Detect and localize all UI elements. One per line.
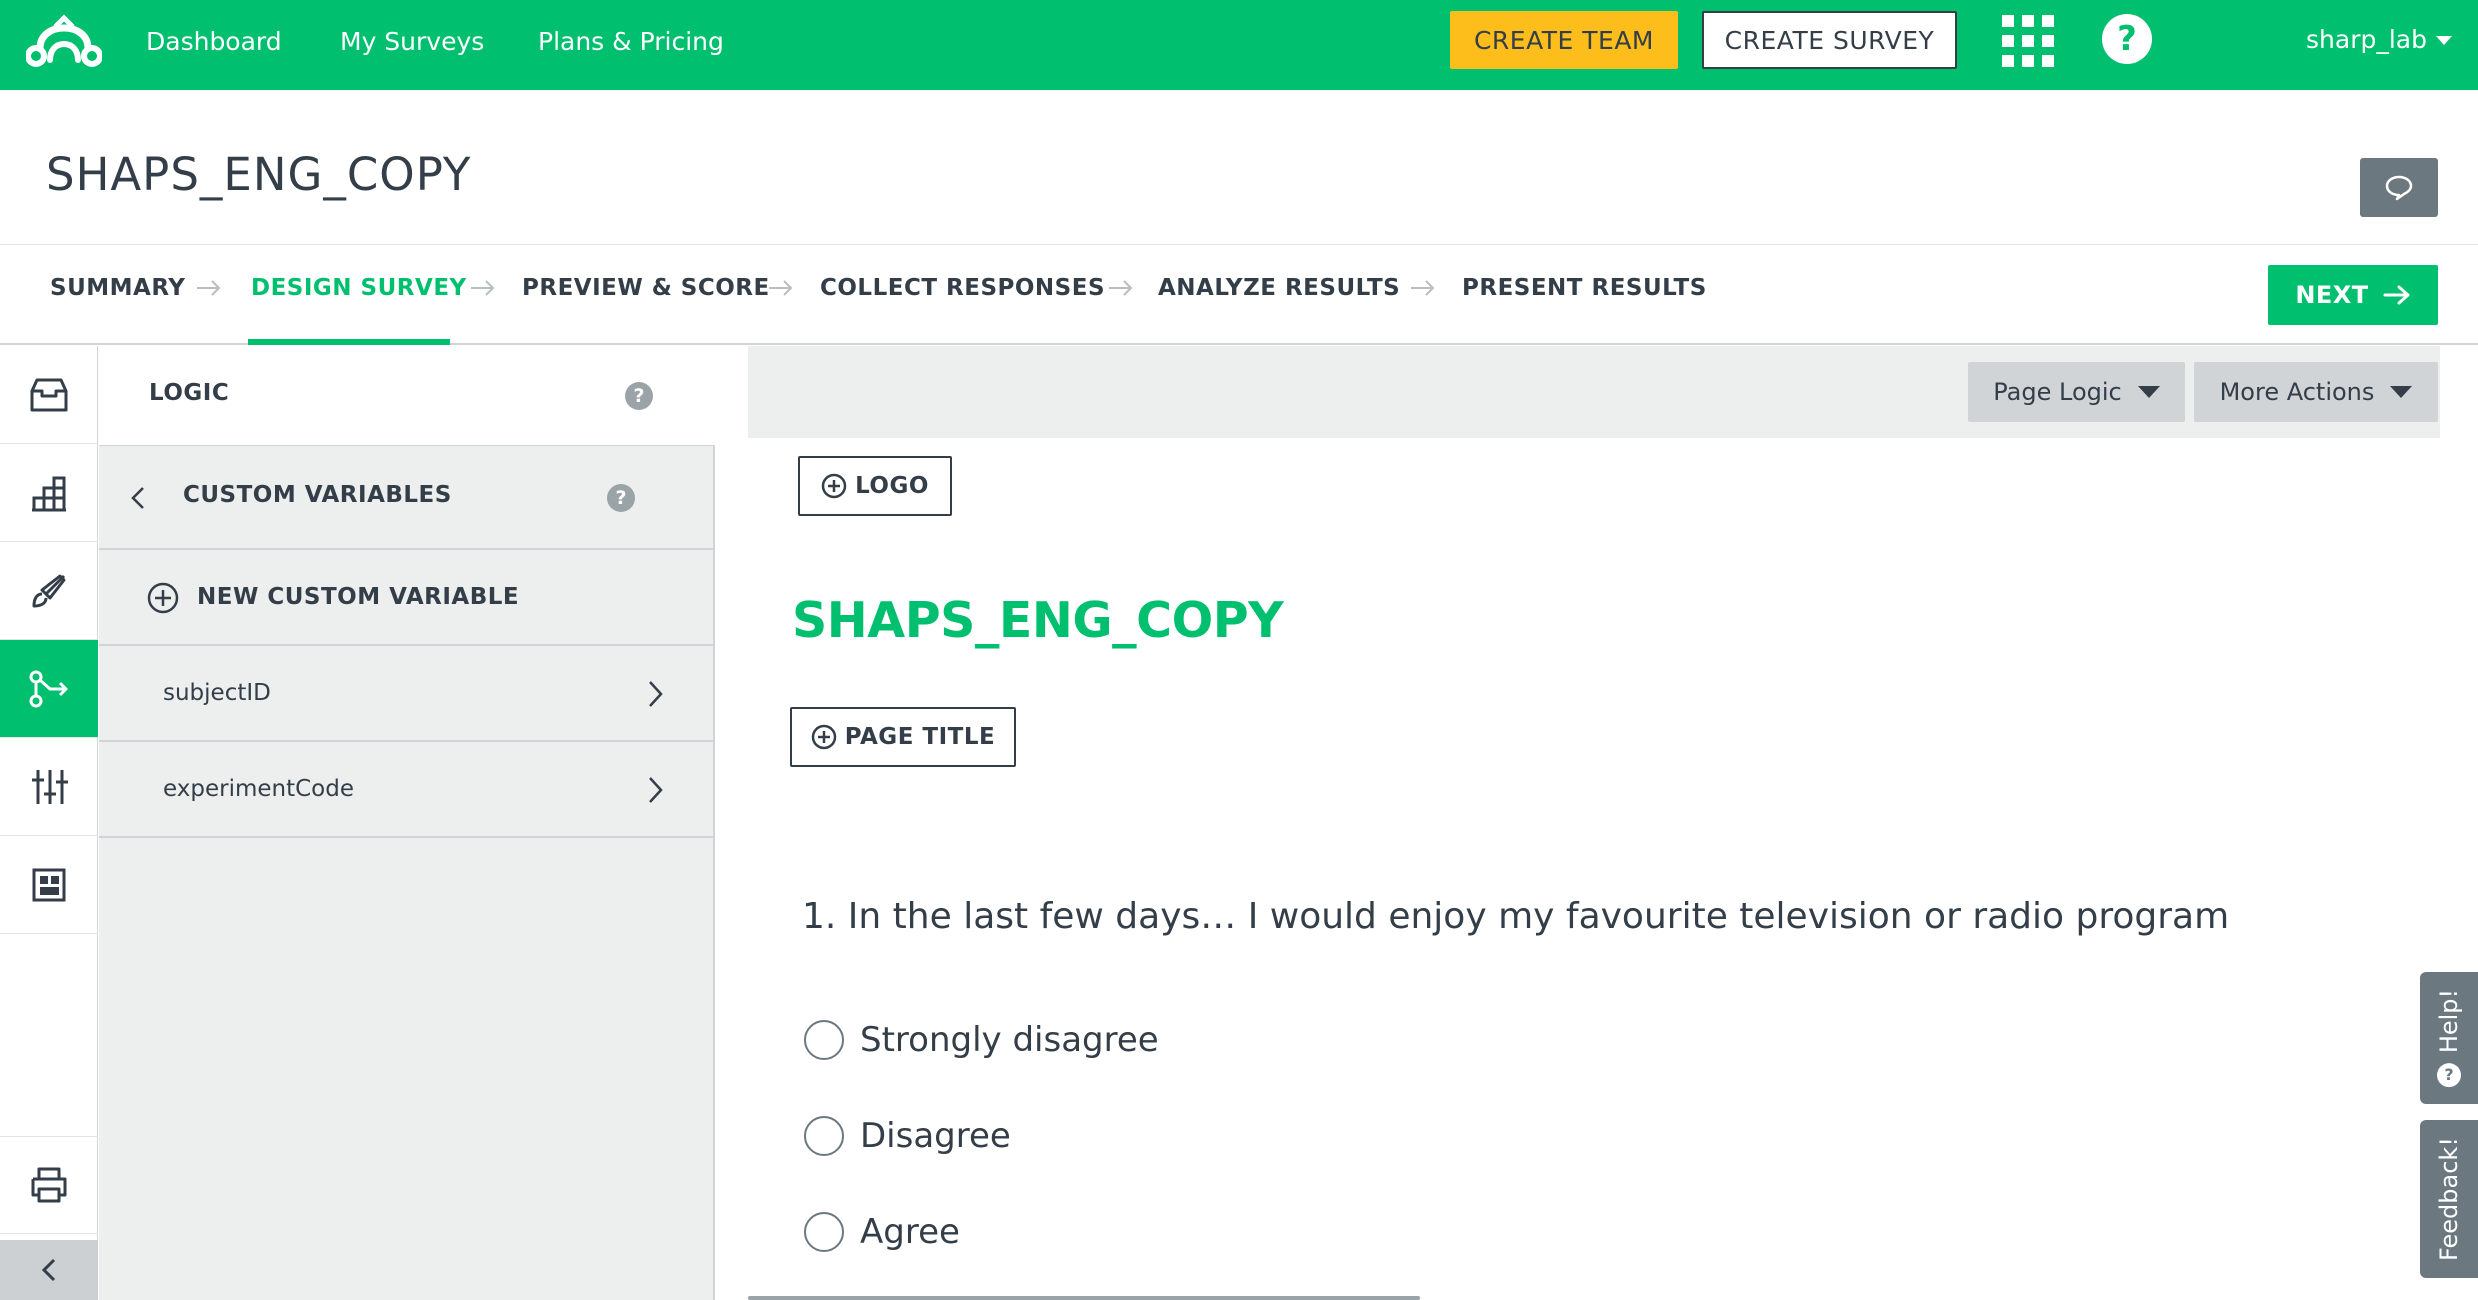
answer-choice[interactable]: Strongly disagree	[804, 1018, 1159, 1062]
radio-button[interactable]	[804, 1020, 844, 1060]
templates-icon	[32, 868, 66, 901]
logic-panel: LOGIC ? CUSTOM VARIABLES ? NEW CUSTOM VA…	[99, 346, 715, 1300]
nav-my-surveys[interactable]: My Surveys	[340, 24, 484, 60]
step-collect-responses[interactable]: COLLECT RESPONSES	[820, 275, 1105, 301]
step-arrow-icon	[769, 280, 793, 296]
custom-variables-title: CUSTOM VARIABLES	[183, 482, 452, 508]
next-button-label: NEXT	[2295, 281, 2369, 309]
create-survey-button[interactable]: CREATE SURVEY	[1702, 11, 1957, 69]
rail-logic[interactable]	[0, 640, 98, 738]
page-logic-label: Page Logic	[1993, 378, 2122, 406]
help-tab-icon: ?	[2437, 1063, 2461, 1088]
chevron-right-icon	[649, 681, 663, 707]
new-custom-variable-label: NEW CUSTOM VARIABLE	[197, 584, 520, 610]
add-logo-button[interactable]: LOGO	[798, 456, 952, 516]
page-logic-dropdown[interactable]: Page Logic	[1968, 362, 2185, 422]
add-page-title-button[interactable]: PAGE TITLE	[790, 707, 1016, 767]
step-present-results[interactable]: PRESENT RESULTS	[1462, 275, 1707, 301]
rail-collapse-button[interactable]	[0, 1240, 98, 1300]
help-icon[interactable]: ?	[2102, 14, 2152, 64]
feedback-side-tab[interactable]: Feedback!	[2420, 1120, 2478, 1278]
create-team-button[interactable]: CREATE TEAM	[1450, 11, 1678, 69]
question-bank-icon	[30, 378, 68, 411]
custom-variables-help-icon[interactable]: ?	[607, 484, 635, 512]
left-tool-rail	[0, 346, 98, 1300]
workflow-steps: SUMMARY DESIGN SURVEY PREVIEW & SCORE CO…	[0, 244, 2478, 345]
arrow-right-icon	[2383, 285, 2410, 305]
user-menu-caret-icon[interactable]	[2436, 36, 2452, 45]
logic-panel-title: LOGIC	[149, 380, 230, 406]
survey-canvas-title[interactable]: SHAPS_ENG_COPY	[792, 592, 1284, 649]
variable-name: experimentCode	[163, 776, 354, 802]
add-circle-icon	[811, 724, 837, 750]
answer-choice[interactable]: Agree	[804, 1210, 960, 1254]
variable-row[interactable]: subjectID	[99, 646, 715, 742]
comment-bubble-icon	[2385, 175, 2413, 200]
step-summary[interactable]: SUMMARY	[50, 275, 185, 301]
caret-down-icon	[2390, 386, 2413, 398]
horizontal-scrollbar[interactable]	[748, 1296, 1420, 1300]
user-menu[interactable]: sharp_lab	[2306, 22, 2427, 58]
variable-name: subjectID	[163, 680, 271, 706]
new-custom-variable-button[interactable]: NEW CUSTOM VARIABLE	[99, 550, 715, 646]
nav-dashboard[interactable]: Dashboard	[146, 24, 282, 60]
answer-choice-label: Disagree	[860, 1116, 1011, 1156]
step-arrow-icon	[197, 280, 221, 296]
add-circle-icon	[821, 473, 847, 499]
answer-choice-label: Strongly disagree	[860, 1020, 1159, 1060]
answer-choice[interactable]: Disagree	[804, 1114, 1011, 1158]
print-icon	[31, 1167, 67, 1203]
add-logo-label: LOGO	[855, 473, 929, 499]
step-analyze-results[interactable]: ANALYZE RESULTS	[1158, 275, 1400, 301]
caret-down-icon	[2137, 386, 2160, 398]
back-chevron-icon[interactable]	[131, 486, 145, 510]
add-page-title-label: PAGE TITLE	[844, 724, 996, 750]
rail-question-bank[interactable]	[0, 346, 98, 444]
step-arrow-icon	[1411, 280, 1435, 296]
feedback-tab-label: Feedback!	[2435, 1137, 2463, 1261]
step-arrow-icon	[471, 280, 495, 296]
rail-builder[interactable]	[0, 444, 98, 542]
more-actions-dropdown[interactable]: More Actions	[2194, 362, 2438, 422]
comments-button[interactable]	[2360, 158, 2438, 217]
help-icon-glyph: ?	[2117, 19, 2137, 59]
apps-grid-icon[interactable]	[2002, 15, 2054, 67]
radio-button[interactable]	[804, 1212, 844, 1252]
page-toolbar: Page Logic More Actions	[748, 346, 2440, 438]
logic-panel-header: LOGIC ?	[99, 346, 715, 446]
rail-print[interactable]	[0, 1136, 98, 1234]
custom-variables-header[interactable]: CUSTOM VARIABLES ?	[99, 446, 715, 550]
help-tab-label: Help!	[2435, 988, 2463, 1054]
active-step-indicator	[248, 339, 450, 345]
collapse-chevron-icon	[41, 1258, 56, 1282]
step-arrow-icon	[1109, 280, 1133, 296]
rail-templates[interactable]	[0, 836, 98, 934]
next-button[interactable]: NEXT	[2268, 265, 2438, 325]
variable-row[interactable]: experimentCode	[99, 742, 715, 838]
logic-icon	[29, 670, 68, 707]
survey-title: SHAPS_ENG_COPY	[46, 148, 472, 201]
step-preview-score[interactable]: PREVIEW & SCORE	[522, 275, 770, 301]
options-sliders-icon	[32, 769, 68, 804]
step-design-survey[interactable]: DESIGN SURVEY	[251, 275, 467, 301]
logic-help-icon[interactable]: ?	[625, 382, 653, 410]
help-side-tab[interactable]: ? Help!	[2420, 972, 2478, 1104]
rail-style[interactable]	[0, 542, 98, 640]
chevron-right-icon	[649, 777, 663, 803]
question-text[interactable]: 1. In the last few days… I would enjoy m…	[802, 896, 2229, 937]
builder-icon	[32, 476, 66, 511]
style-brush-icon	[32, 574, 66, 607]
radio-button[interactable]	[804, 1116, 844, 1156]
custom-variables-help-glyph: ?	[615, 487, 627, 509]
add-circle-icon	[147, 582, 179, 614]
nav-plans-pricing[interactable]: Plans & Pricing	[538, 24, 724, 60]
logic-help-glyph: ?	[633, 385, 645, 407]
surveymonkey-logo-icon[interactable]	[26, 14, 102, 74]
more-actions-label: More Actions	[2219, 378, 2375, 406]
rail-options[interactable]	[0, 738, 98, 836]
answer-choice-label: Agree	[860, 1212, 960, 1252]
top-navigation-bar: Dashboard My Surveys Plans & Pricing CRE…	[0, 0, 2478, 90]
help-tab-icon-glyph: ?	[2444, 1065, 2454, 1085]
